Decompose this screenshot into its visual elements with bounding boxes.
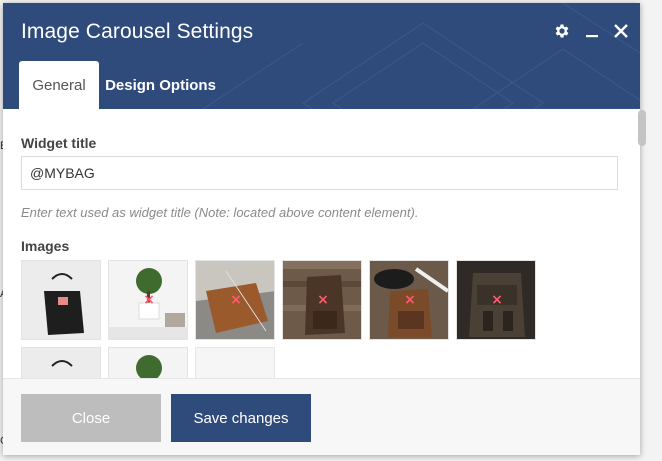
modal-title: Image Carousel Settings xyxy=(21,20,254,43)
tab-design-options-label: Design Options xyxy=(105,76,216,94)
modal-body: Widget title Enter text used as widget t… xyxy=(3,109,640,378)
minimize-icon[interactable] xyxy=(581,20,603,42)
image-thumbnail[interactable]: × xyxy=(369,260,449,340)
image-thumbnail[interactable] xyxy=(21,260,101,340)
remove-image-icon[interactable]: × xyxy=(404,293,416,307)
images-label: Images xyxy=(21,238,70,254)
scrollbar-thumb[interactable] xyxy=(638,110,646,146)
remove-image-icon[interactable]: × xyxy=(491,293,503,307)
close-icon[interactable] xyxy=(610,20,632,42)
tab-general[interactable]: General xyxy=(19,61,99,109)
remove-image-icon[interactable]: × xyxy=(230,293,242,307)
image-thumbnail[interactable]: × xyxy=(282,260,362,340)
remove-image-icon[interactable]: × xyxy=(317,293,329,307)
modal-header: Image Carousel Settings General Design O… xyxy=(3,3,640,109)
remove-image-icon[interactable]: × xyxy=(143,293,155,307)
bonsai-plant-image xyxy=(109,348,187,378)
image-thumbnail[interactable]: × xyxy=(456,260,536,340)
add-image-slot[interactable] xyxy=(195,347,275,378)
widget-title-label: Widget title xyxy=(21,135,97,151)
tab-design-options[interactable]: Design Options xyxy=(103,61,218,109)
image-carousel-settings-modal: Image Carousel Settings General Design O… xyxy=(3,3,640,455)
image-thumbnail[interactable] xyxy=(21,347,101,378)
save-changes-button[interactable]: Save changes xyxy=(171,394,311,442)
modal-footer: Close Save changes xyxy=(3,378,640,455)
close-button[interactable]: Close xyxy=(21,394,161,442)
image-thumbnail[interactable]: × xyxy=(108,260,188,340)
image-thumbnail[interactable] xyxy=(108,347,188,378)
tab-general-label: General xyxy=(32,76,86,94)
black-tote-bag-image xyxy=(22,348,100,378)
widget-title-input[interactable] xyxy=(21,156,618,190)
black-tote-bag-image xyxy=(22,261,100,339)
widget-title-help: Enter text used as widget title (Note: l… xyxy=(21,205,419,220)
gear-icon[interactable] xyxy=(551,20,573,42)
image-thumbnail[interactable]: × xyxy=(195,260,275,340)
